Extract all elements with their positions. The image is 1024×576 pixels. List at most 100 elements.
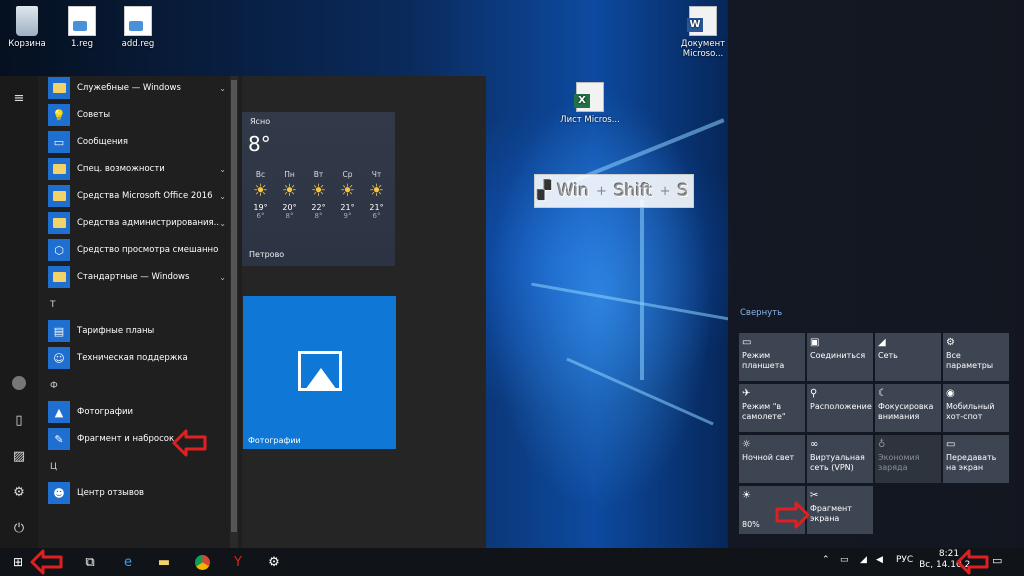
app-item-service-windows[interactable]: Служебные — Windows ⌄ [48, 76, 232, 100]
sunny-icon: ☀ [310, 181, 327, 201]
chrome-button[interactable] [188, 548, 216, 576]
wifi-icon[interactable]: ◢ [860, 555, 867, 565]
sun-icon: ☼ [742, 439, 751, 450]
quick-action-label: Расположение [810, 402, 872, 411]
app-item-accessibility[interactable]: Спец. возможности ⌄ [48, 157, 232, 181]
quick-action-label: Фрагмент экрана [810, 504, 852, 523]
quick-action-night-light[interactable]: ☼ Ночной свет [739, 435, 805, 483]
desktop-icon-add-reg[interactable]: add.reg [108, 6, 168, 49]
volume-icon[interactable]: ◀ [876, 555, 883, 565]
app-label: Техническая поддержка [77, 353, 188, 363]
quick-action-network[interactable]: ◢ Сеть [875, 333, 941, 381]
app-item-feedback-hub[interactable]: ☻ Центр отзывов [48, 481, 232, 505]
forecast-day: Пн ☀ 20° 8° [275, 170, 304, 220]
tray-chevron-icon[interactable]: ⌃ [822, 555, 830, 565]
quick-action-battery-saver[interactable]: ♁ Экономия заряда [875, 435, 941, 483]
quick-action-mobile-hotspot[interactable]: ◉ Мобильный хот-спот [943, 384, 1009, 432]
red-arrow-annotation [172, 429, 207, 457]
desktop-icon-recycle-bin[interactable]: Корзина [0, 6, 57, 49]
quick-action-vpn[interactable]: ∞ Виртуальная сеть (VPN) [807, 435, 873, 483]
hamburger-menu-icon[interactable]: ≡ [10, 90, 28, 108]
quick-action-label: Фокусировка внимания [878, 402, 934, 421]
quick-action-label: Соединиться [810, 351, 866, 360]
quick-action-label: Сеть [878, 351, 898, 360]
chevron-down-icon: ⌄ [219, 191, 226, 201]
bars-icon: ▤ [48, 320, 70, 342]
weather-condition: Ясно [250, 117, 271, 126]
language-indicator[interactable]: РУС [896, 555, 913, 565]
yandex-browser-button[interactable]: Y [224, 548, 252, 576]
tray-app-icon[interactable]: ▭ [840, 555, 849, 565]
section-letter[interactable]: Ц [50, 462, 57, 472]
red-arrow-annotation [775, 501, 810, 529]
chevron-down-icon: ⌄ [219, 218, 226, 228]
documents-icon[interactable]: ▯ [10, 412, 28, 430]
forecast-high: 22° [311, 203, 326, 212]
app-item-standard-windows[interactable]: Стандартные — Windows ⌄ [48, 265, 232, 289]
quick-action-screen-snip[interactable]: ✂ Фрагмент экрана [807, 486, 873, 534]
forecast-day: Чт ☀ 21° 6° [362, 170, 391, 220]
app-label: Спец. возможности [77, 164, 165, 174]
forecast-low: 8° [314, 212, 323, 220]
windows-key-icon: ▞ [538, 181, 552, 201]
collapse-link[interactable]: Свернуть [740, 308, 782, 318]
app-item-tips[interactable]: 💡 Советы [48, 103, 232, 127]
app-list-scrollbar[interactable] [230, 76, 238, 548]
quick-action-airplane-mode[interactable]: ✈ Режим "в самолете" [739, 384, 805, 432]
chevron-down-icon: ⌄ [219, 164, 226, 174]
folder-icon [48, 266, 70, 288]
quick-action-focus-assist[interactable]: ☾ Фокусировка внимания [875, 384, 941, 432]
desktop-icon-word-doc[interactable]: W Документ Microso... [673, 6, 733, 59]
excel-sheet-icon: X [574, 82, 604, 112]
app-item-office-tools[interactable]: Средства Microsoft Office 2016 ⌄ [48, 184, 232, 208]
forecast-high: 21° [340, 203, 355, 212]
folder-icon [48, 158, 70, 180]
file-explorer-button[interactable]: ▬ [150, 548, 178, 576]
action-center-button[interactable]: ▭ [992, 554, 1002, 567]
quick-action-connect[interactable]: ▣ Соединиться [807, 333, 873, 381]
quick-action-tablet-mode[interactable]: ▭ Режим планшета [739, 333, 805, 381]
section-letter[interactable]: Т [50, 300, 56, 310]
settings-button[interactable]: ⚙ [260, 548, 288, 576]
app-label: Советы [77, 110, 111, 120]
desktop-icon-1-reg[interactable]: 1.reg [52, 6, 112, 49]
forecast-low: 9° [343, 212, 352, 220]
desktop-icon-excel-sheet[interactable]: X Лист Micros... [560, 82, 620, 125]
sunny-icon: ☀ [368, 181, 385, 201]
power-icon[interactable]: ⏻ [10, 520, 28, 538]
chevron-down-icon: ⌄ [219, 272, 226, 282]
edge-button[interactable]: e [114, 548, 142, 576]
snip-sketch-icon: ✎ [48, 428, 70, 450]
app-item-messages[interactable]: ▭ Сообщения [48, 130, 232, 154]
settings-icon[interactable]: ⚙ [10, 484, 28, 502]
app-item-tariff-plans[interactable]: ▤ Тарифные планы [48, 319, 232, 343]
photos-tile[interactable]: Фотографии [243, 296, 396, 449]
app-item-photos[interactable]: ▲ Фотографии [48, 400, 232, 424]
section-letter[interactable]: Ф [50, 381, 58, 391]
app-item-mixed-reality-viewer[interactable]: ⬡ Средство просмотра смешанной р... [48, 238, 232, 262]
feedback-icon: ☻ [48, 482, 70, 504]
quick-action-project[interactable]: ▭ Передавать на экран [943, 435, 1009, 483]
chevron-down-icon: ⌄ [219, 83, 226, 93]
pictures-icon[interactable]: ▨ [10, 448, 28, 466]
lightbulb-icon: 💡 [48, 104, 70, 126]
partly-cloudy-icon: ☀ [281, 181, 298, 201]
user-avatar-icon[interactable] [10, 376, 28, 394]
app-item-admin-tools[interactable]: Средства администрирования... ⌄ [48, 211, 232, 235]
windows-logo-icon: ⊞ [12, 555, 24, 569]
recycle-bin-icon [16, 6, 38, 36]
shortcut-key: Win [557, 181, 590, 201]
app-item-tech-support[interactable]: ☺ Техническая поддержка [48, 346, 232, 370]
task-view-button[interactable]: ⧉ [76, 548, 104, 576]
chat-icon: ▭ [48, 131, 70, 153]
shortcut-key: Shift [613, 181, 653, 201]
scrollbar-thumb[interactable] [231, 80, 237, 532]
app-list: Служебные — Windows ⌄ 💡 Советы ▭ Сообщен… [38, 76, 232, 548]
quick-action-all-settings[interactable]: ⚙ Все параметры [943, 333, 1009, 381]
vpn-icon: ∞ [810, 439, 819, 450]
wallpaper-beam [640, 200, 644, 380]
weather-tile[interactable]: Ясно 8° Вс ☀ 19° 6° Пн ☀ 20° 8° Вт ☀ 22°… [242, 112, 395, 266]
quick-action-location[interactable]: ⚲ Расположение [807, 384, 873, 432]
start-menu: ≡ ▯ ▨ ⚙ ⏻ Служебные — Windows ⌄ 💡 Советы… [0, 76, 486, 548]
shortcut-plus: + [596, 183, 607, 199]
